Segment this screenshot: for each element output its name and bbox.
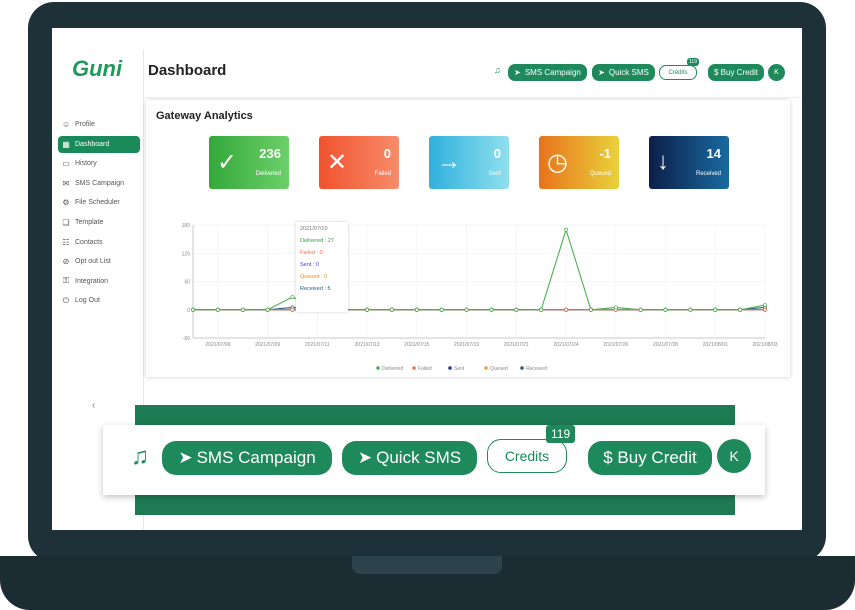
quick-sms-button[interactable]: ➤ Quick SMS [342,441,477,475]
data-point-delivered [514,307,519,312]
tooltip-failed: Failed : 0 [300,250,323,256]
legend-marker-failed [412,366,416,370]
tooltip-sent: Sent : 0 [300,262,319,268]
credits-button[interactable]: Credits [487,439,567,473]
legend-label-delivered: Delivered [382,366,403,372]
legend-label-queued: Queued [490,366,508,372]
y-tick-label: 60 [184,280,190,286]
data-point-delivered [638,307,643,312]
x-tick-label: 2021/07/19 [454,342,479,348]
line-chart: -60 0 60 120 180 2021/07/06 2021/07/09 2021/07/… [182,223,778,372]
data-point-delivered [215,307,220,312]
data-point-delivered [564,227,568,232]
sms-campaign-label: SMS Campaign [196,448,316,467]
legend-marker-received [520,366,524,370]
data-point-delivered [191,307,195,312]
series-line-delivered [193,227,766,311]
data-point-delivered [414,307,419,312]
credits-label: Credits [504,448,550,464]
data-point-failed [763,307,767,312]
legend-label-sent: Sent [454,366,465,372]
x-tick-label: 2021/07/24 [554,342,579,348]
y-tick-label: -60 [183,336,190,342]
data-point-delivered [464,307,469,312]
data-point-delivered [713,307,718,312]
x-tick-label: 2021/08/03 [752,342,777,348]
legend-label-received: Received [526,366,547,372]
x-tick-label: 2021/07/15 [404,342,429,348]
data-point-delivered [738,307,743,312]
credits-badge: 119 [546,425,576,443]
x-tick-label: 2021/07/11 [305,342,330,348]
tooltip-date: 2021/07/10 [300,226,328,232]
x-tick-label: 2021/07/28 [653,342,678,348]
chart-tooltip: 2021/07/10 Delivered : 27 Failed : 0 Sen… [296,222,348,312]
data-point-delivered [763,303,767,307]
data-point-delivered [290,295,295,299]
x-tick-label: 2021/07/09 [255,342,280,348]
legend-marker-delivered [376,366,380,370]
x-tick-label: 2021/07/06 [205,342,230,348]
data-point-failed [290,307,295,312]
legend-label-failed: Failed [418,366,432,372]
data-point-delivered [663,307,668,312]
zoomed-header-actions: ♫ ➤ SMS Campaign ➤ Quick SMS Credits 119 $… [103,425,765,495]
data-point-delivered [390,307,394,312]
y-tick-label: 180 [182,223,191,229]
legend-marker-queued [484,366,488,370]
send-icon: ➤ [178,448,193,467]
data-point-delivered [240,307,245,312]
data-point-delivered [588,307,593,312]
bell-icon[interactable]: ♫ [131,443,149,471]
x-tick-label: 2021/07/26 [603,342,628,348]
y-tick-label: 120 [182,251,191,257]
sms-campaign-button[interactable]: ➤ SMS Campaign [162,441,332,475]
data-point-delivered [688,307,693,312]
send-icon: ➤ [357,448,373,467]
data-point-delivered [265,307,270,312]
tooltip-queued: Queued : 0 [300,274,328,280]
x-tick-label: 2021/08/01 [703,342,728,348]
x-tick-label: 2021/07/21 [504,342,529,348]
data-point-delivered [365,307,370,312]
quick-sms-label: Quick SMS [376,448,462,467]
x-tick-label: 2021/07/13 [355,342,380,348]
y-tick-label: 0 [187,308,190,314]
data-point-delivered [613,305,618,310]
avatar[interactable]: K [717,439,751,473]
data-point-delivered [439,307,444,312]
data-point-delivered [489,307,494,312]
data-point-failed [564,307,568,312]
buy-credit-button[interactable]: $ Buy Credit [588,441,712,475]
legend-marker-sent [448,366,452,370]
data-point-delivered [539,307,544,312]
tooltip-delivered: Delivered : 27 [300,238,334,244]
tooltip-received: Received : 5 [300,286,331,292]
